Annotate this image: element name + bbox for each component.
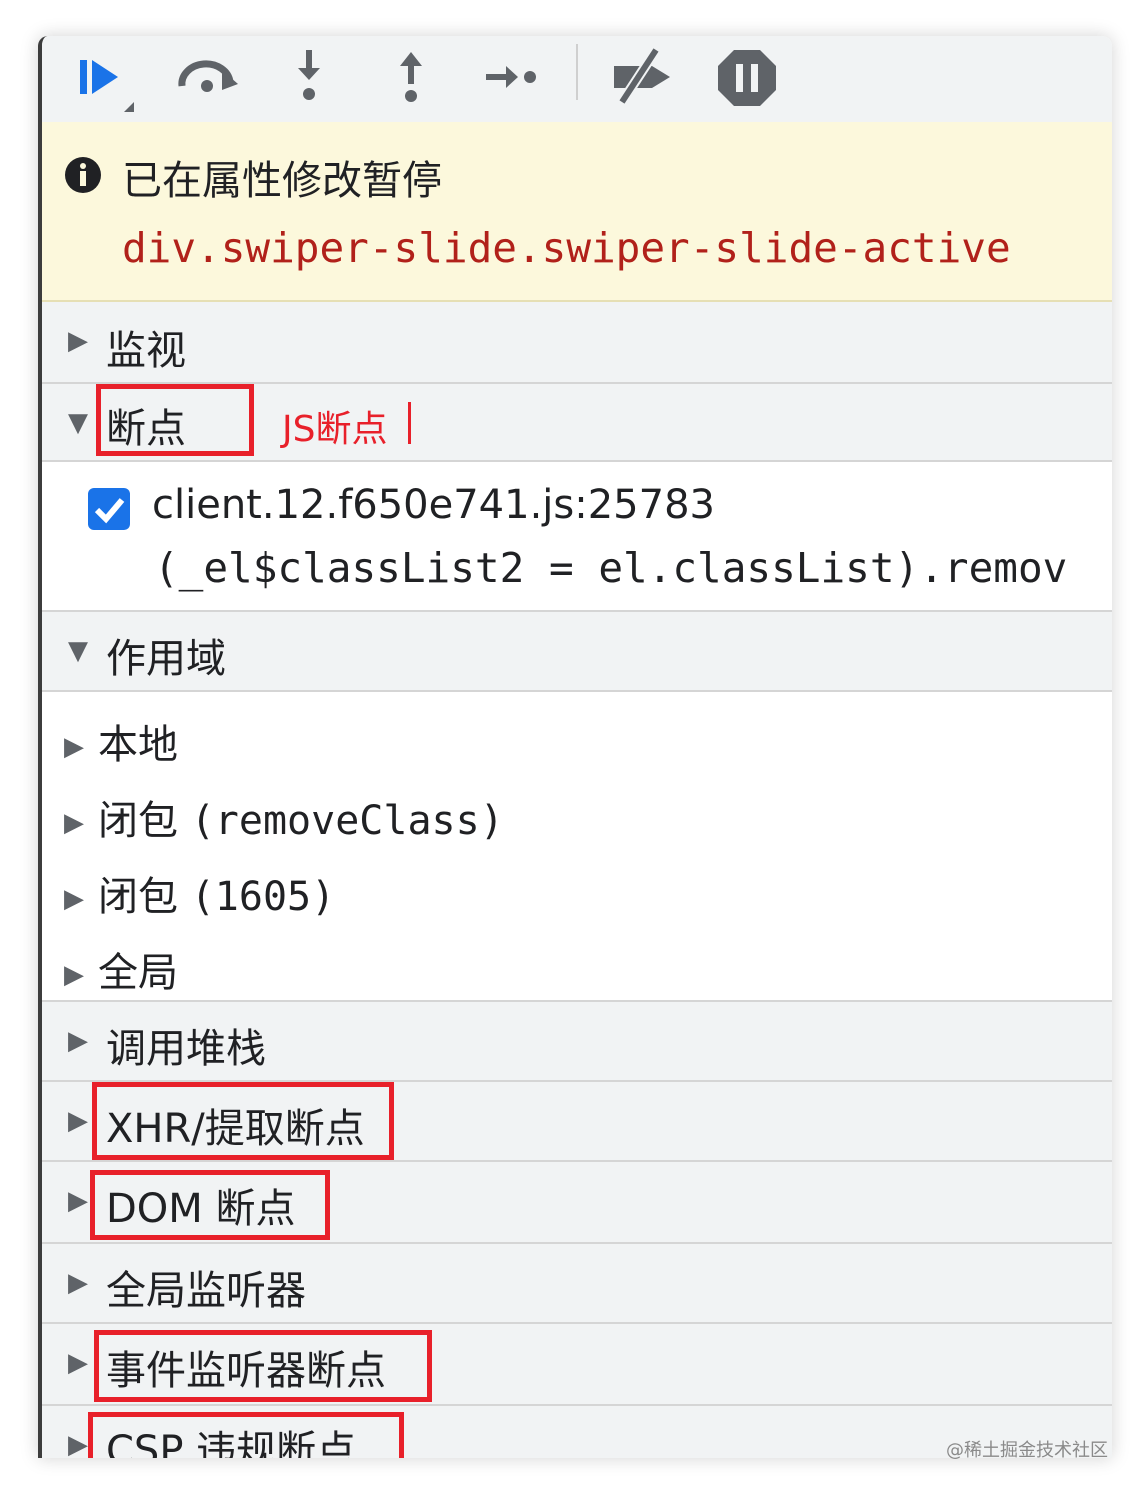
scope-local-label: 本地 <box>98 722 178 768</box>
step-over-icon <box>178 60 238 92</box>
breakpoint-checkbox[interactable] <box>88 488 130 530</box>
section-global-listeners[interactable]: ▶ 全局监听器 <box>42 1244 1112 1324</box>
scope-list <box>42 692 1112 1002</box>
expand-arrow-icon: ▶ <box>68 1348 88 1378</box>
step-out-icon <box>400 52 422 102</box>
scope-closure-removeclass[interactable]: ▶ 闭包 (removeClass) <box>64 788 504 846</box>
text-cursor <box>408 402 411 444</box>
scope-global-label: 全局 <box>98 950 178 996</box>
collapse-arrow-icon: ▼ <box>68 636 88 666</box>
step-into-icon <box>298 50 320 100</box>
pause-on-exceptions-icon <box>718 50 776 106</box>
watermark: @稀土掘金技术社区 <box>946 1440 1108 1461</box>
expand-arrow-icon: ▶ <box>68 326 88 356</box>
highlight-box <box>92 1082 394 1160</box>
scope-global[interactable]: ▶ 全局 <box>64 940 178 998</box>
expand-arrow-icon: ▶ <box>68 1268 88 1298</box>
highlight-box <box>90 1170 330 1240</box>
closure-name: (removeClass) <box>190 798 504 844</box>
highlight-box <box>96 384 254 456</box>
expand-arrow-icon: ▶ <box>68 1430 88 1458</box>
section-watch[interactable]: ▶ 监视 <box>42 302 1112 384</box>
breakpoint-location[interactable]: client.12.f650e741.js:25783 <box>152 482 715 528</box>
highlight-box <box>88 1412 404 1458</box>
debugger-panel: 已在属性修改暂停 div.swiper-slide.swiper-slide-a… <box>38 36 1112 1458</box>
info-icon <box>65 157 101 193</box>
paused-reason: 已在属性修改暂停 <box>122 158 442 204</box>
scope-closure-1605[interactable]: ▶ 闭包 (1605) <box>64 864 335 922</box>
breakpoint-code: (_el$classList2 = el.classList).remov <box>154 544 1068 592</box>
expand-arrow-icon: ▶ <box>64 884 84 914</box>
collapse-arrow-icon: ▼ <box>68 408 88 438</box>
step-out-button[interactable] <box>376 42 446 112</box>
scope-local[interactable]: ▶ 本地 <box>64 712 178 770</box>
section-scope[interactable]: ▼ 作用域 <box>42 612 1112 692</box>
step-button[interactable] <box>478 42 548 112</box>
closure-label: 闭包 <box>98 798 178 844</box>
step-icon <box>486 66 536 88</box>
js-breakpoint-annotation: JS断点 <box>282 409 388 450</box>
deactivate-breakpoints-button[interactable] <box>608 42 678 112</box>
section-scope-label: 作用域 <box>106 636 226 682</box>
closure-label: 闭包 <box>98 874 178 920</box>
debugger-toolbar <box>42 36 1112 123</box>
checkmark-icon <box>94 498 125 524</box>
step-into-button[interactable] <box>274 42 344 112</box>
deactivate-breakpoints-icon <box>614 47 670 105</box>
pause-on-exceptions-button[interactable] <box>712 42 782 112</box>
step-over-button[interactable] <box>172 42 242 112</box>
expand-arrow-icon: ▶ <box>64 808 84 838</box>
expand-arrow-icon: ▶ <box>68 1026 88 1056</box>
section-watch-label: 监视 <box>106 328 186 374</box>
resume-icon <box>80 60 134 112</box>
toolbar-separator <box>576 44 578 100</box>
expand-arrow-icon: ▶ <box>64 732 84 762</box>
section-call-stack[interactable]: ▶ 调用堆栈 <box>42 1002 1112 1082</box>
expand-arrow-icon: ▶ <box>68 1106 88 1136</box>
highlight-box <box>94 1330 432 1402</box>
resume-button[interactable] <box>72 42 142 112</box>
section-call-stack-label: 调用堆栈 <box>106 1026 266 1072</box>
expand-arrow-icon: ▶ <box>64 960 84 990</box>
expand-arrow-icon: ▶ <box>68 1186 88 1216</box>
section-global-listeners-label: 全局监听器 <box>106 1268 306 1314</box>
closure-name: (1605) <box>190 874 336 920</box>
paused-element: div.swiper-slide.swiper-slide-active <box>122 224 1011 272</box>
